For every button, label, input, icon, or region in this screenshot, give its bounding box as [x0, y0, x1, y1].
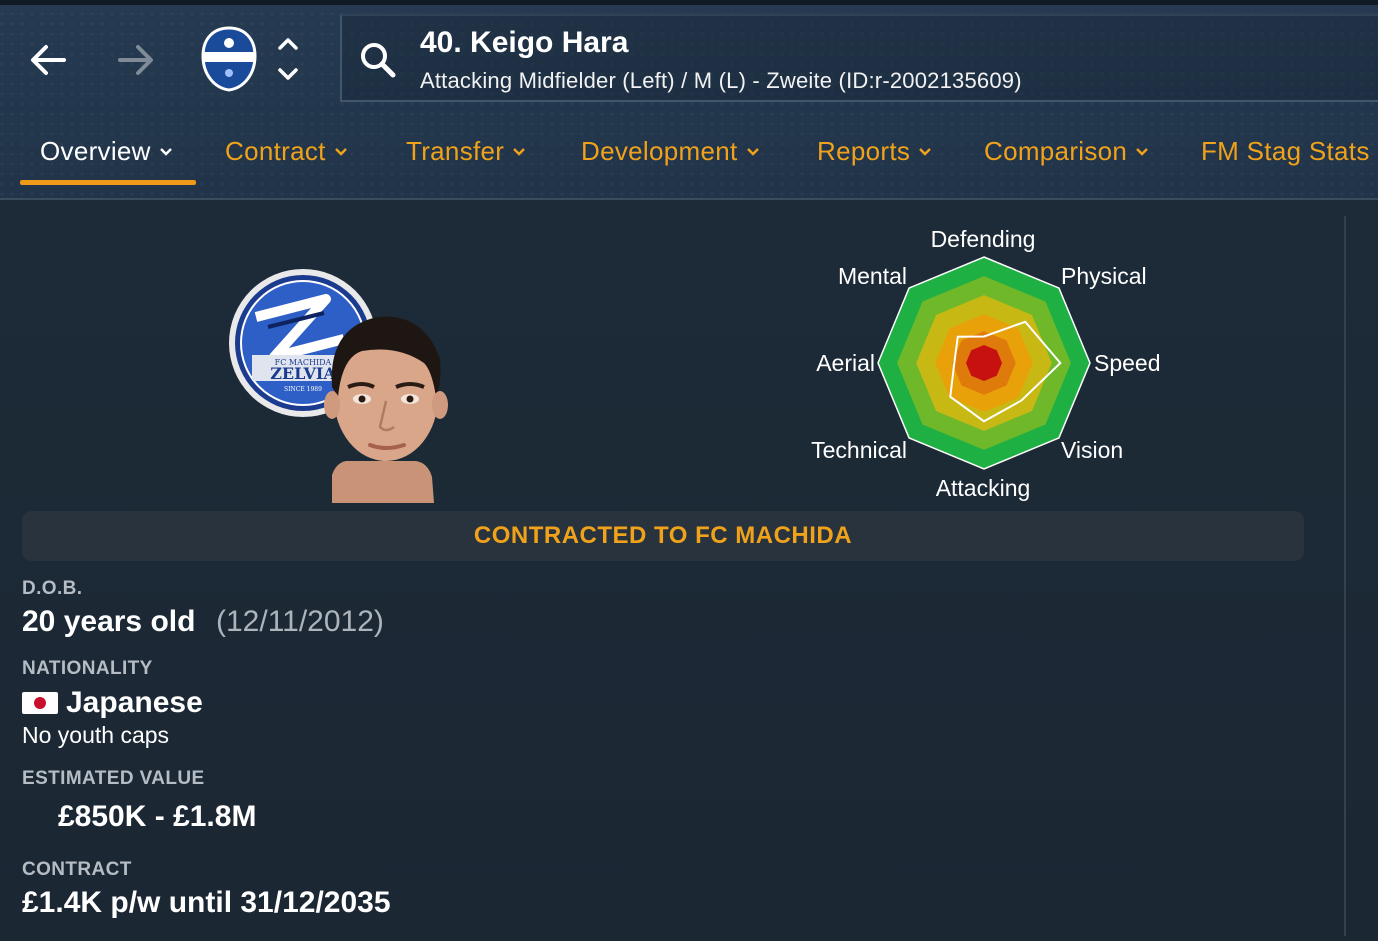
chevron-down-icon — [1136, 147, 1149, 156]
tab-reports[interactable]: Reports — [817, 136, 932, 167]
forward-button[interactable] — [114, 38, 158, 82]
estimated-value-label: ESTIMATED VALUE — [22, 768, 205, 789]
estimated-value: £850K - £1.8M — [58, 800, 257, 833]
tab-label: Overview — [40, 136, 151, 166]
tab-development[interactable]: Development — [581, 136, 760, 167]
player-name-title: 40. Keigo Hara — [420, 26, 629, 59]
chevron-down-icon — [919, 147, 931, 156]
radar-label-aerial: Aerial — [816, 350, 875, 376]
chevron-up-down-icon — [278, 38, 298, 80]
tab-bar: Overview Contract Transfer Development R… — [0, 130, 1378, 190]
player-position-subtitle: Attacking Midfielder (Left) / M (L) - Zw… — [420, 68, 1022, 93]
player-portrait-area: FC MACHIDA ZELVIA SINCE 1989 — [228, 265, 458, 505]
radar-label-attacking: Attacking — [936, 475, 1031, 501]
dob-label: D.O.B. — [22, 578, 83, 599]
club-crest-logo: FC MACHIDA ZELVIA SINCE 1989 — [229, 269, 448, 503]
player-switch-button[interactable] — [272, 34, 304, 86]
nationality-link[interactable]: Japanese — [66, 686, 203, 720]
radar-label-speed: Speed — [1094, 350, 1161, 376]
search-button[interactable] — [358, 40, 398, 80]
tab-contract[interactable]: Contract — [225, 136, 348, 167]
tab-overview[interactable]: Overview — [40, 136, 173, 167]
chevron-down-icon — [159, 147, 172, 156]
vertical-scrollbar[interactable] — [1344, 216, 1346, 936]
dob-value: (12/11/2012) — [216, 605, 384, 638]
contract-value: £1.4K p/w until 31/12/2035 — [22, 886, 391, 919]
radar-ring-6 — [965, 344, 1003, 382]
contract-label: CONTRACT — [22, 859, 132, 880]
tab-comparison[interactable]: Comparison — [984, 136, 1149, 167]
tab-label: Transfer — [406, 136, 505, 166]
contract-status-banner: CONTRACTED TO FC MACHIDA — [22, 511, 1304, 561]
tab-label: Contract — [225, 136, 326, 166]
page-header: 40. Keigo Hara Attacking Midfielder (Lef… — [0, 0, 1378, 200]
japan-flag-icon — [22, 692, 58, 714]
tab-fm-stag-stats[interactable]: FM Stag Stats — [1201, 136, 1370, 167]
attribute-radar: Defending Physical Speed Vision Attackin… — [790, 222, 1180, 512]
radar-label-physical: Physical — [1061, 263, 1147, 289]
tab-transfer[interactable]: Transfer — [406, 136, 526, 167]
club-badge-button[interactable] — [200, 26, 258, 92]
crest-line-3: SINCE 1989 — [284, 386, 322, 393]
chevron-down-icon — [513, 147, 526, 156]
tab-label: Comparison — [984, 136, 1128, 166]
radar-label-vision: Vision — [1061, 437, 1123, 463]
nationality-label: NATIONALITY — [22, 658, 153, 679]
arrow-left-icon — [31, 45, 66, 75]
tab-label: Reports — [817, 136, 911, 166]
youth-caps-value: No youth caps — [22, 722, 170, 748]
radar-label-technical: Technical — [811, 437, 907, 463]
crest-line-2: ZELVIA — [270, 364, 336, 383]
top-bar — [0, 0, 1378, 5]
arrow-right-icon — [118, 45, 153, 75]
chevron-down-icon — [334, 147, 347, 156]
tab-label: FM Stag Stats — [1201, 136, 1370, 166]
tab-label: Development — [581, 136, 738, 166]
attribute-radar-svg: Defending Physical Speed Vision Attackin… — [811, 226, 1161, 501]
club-badge-icon — [201, 26, 257, 92]
radar-label-mental: Mental — [838, 263, 907, 289]
active-tab-indicator — [20, 180, 196, 185]
back-button[interactable] — [26, 38, 70, 82]
radar-label-defending: Defending — [931, 226, 1036, 252]
chevron-down-icon — [746, 147, 759, 156]
age-value: 20 years old — [22, 605, 196, 638]
search-icon — [361, 43, 396, 78]
player-face-image — [324, 316, 448, 503]
